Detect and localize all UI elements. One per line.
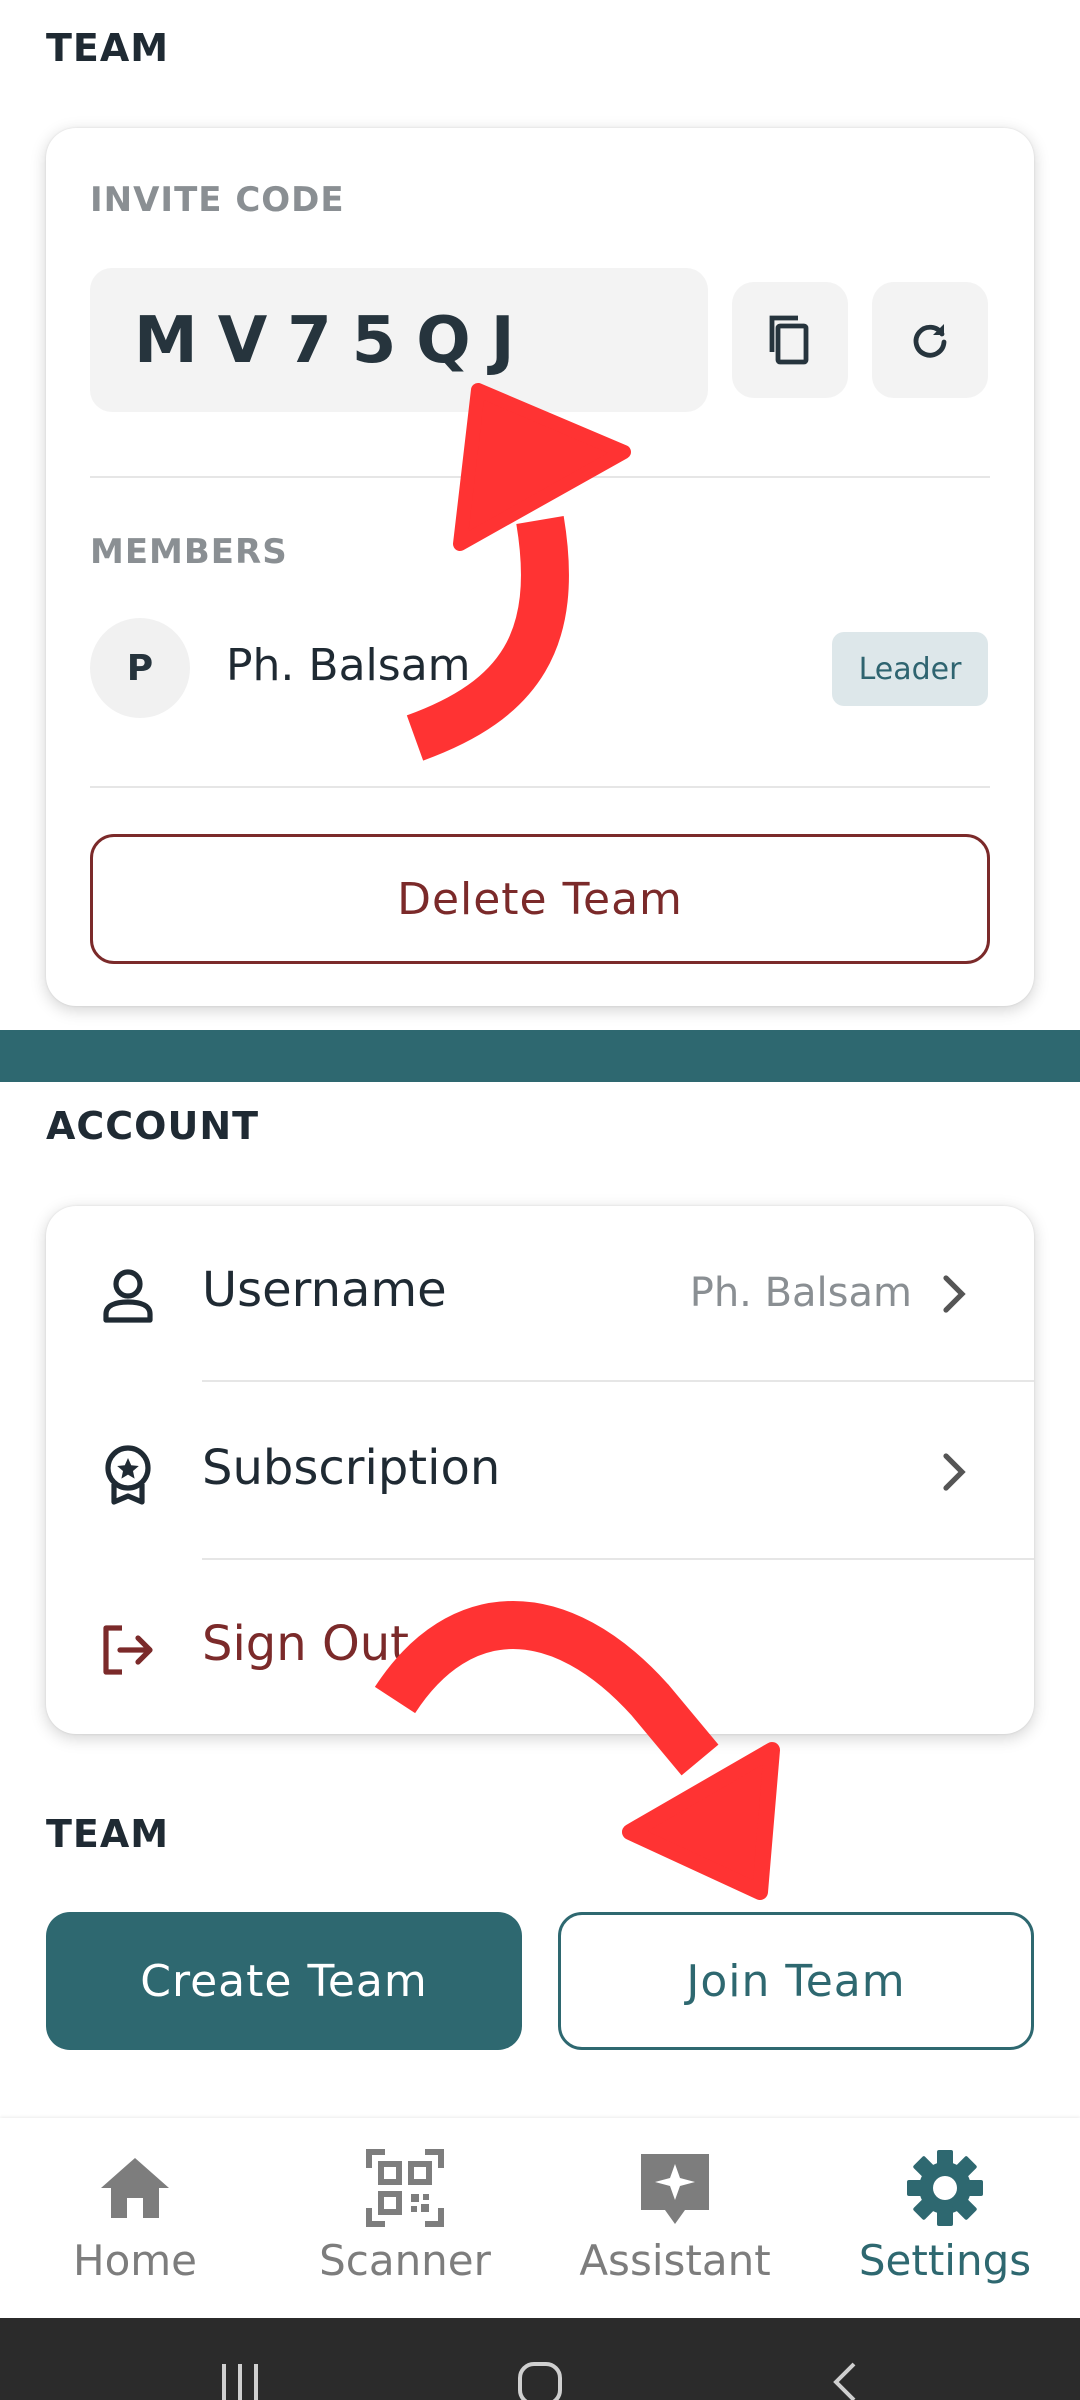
arrow-down-annotation [374, 1601, 780, 1900]
nav-settings[interactable]: Settings [810, 2118, 1080, 2318]
nav-home[interactable]: Home [0, 2118, 270, 2318]
nav-scanner-label: Scanner [319, 2236, 491, 2285]
recent-apps-icon[interactable] [216, 2360, 264, 2400]
home-circle-icon[interactable] [516, 2360, 564, 2400]
nav-assistant-label: Assistant [579, 2236, 771, 2285]
annotation-arrows [374, 383, 780, 1900]
nav-assistant[interactable]: Assistant [540, 2118, 810, 2318]
bottom-navigation: Home Scanner Assistant Settings [0, 2118, 1080, 2318]
assistant-icon [641, 2154, 709, 2224]
back-icon[interactable] [820, 2360, 868, 2400]
nav-home-label: Home [72, 2236, 198, 2285]
home-icon [101, 2158, 169, 2218]
system-navigation-bar [0, 2318, 1080, 2400]
gear-icon [907, 2150, 983, 2226]
arrow-up-annotation [406, 383, 631, 761]
nav-settings-label: Settings [858, 2236, 1032, 2285]
nav-scanner[interactable]: Scanner [270, 2118, 540, 2318]
qr-scanner-icon [366, 2149, 444, 2227]
